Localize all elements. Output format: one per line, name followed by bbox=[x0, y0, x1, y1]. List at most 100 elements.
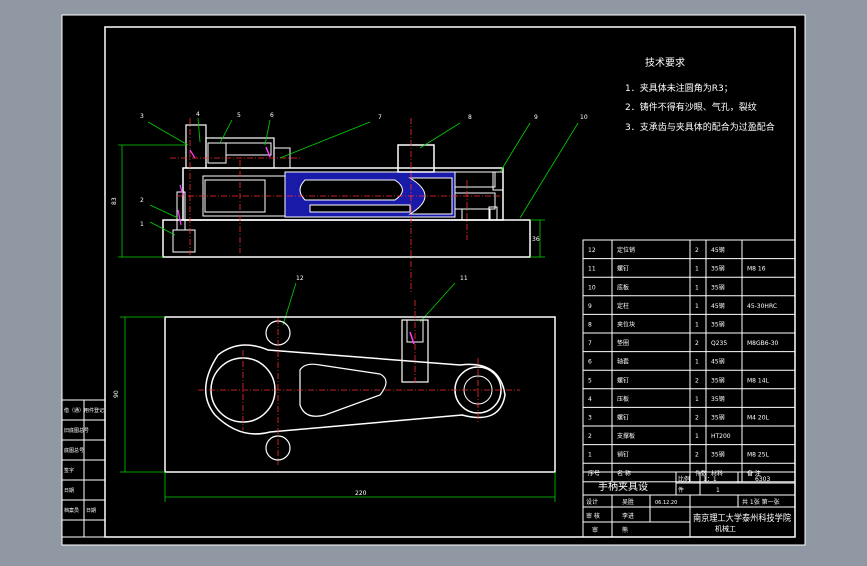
bom-cell: 垫圈 bbox=[617, 339, 629, 347]
bom-header-cell: 名 称 bbox=[617, 469, 631, 477]
bom-cell: 1 bbox=[695, 266, 699, 273]
bom-cell: M8 25L bbox=[747, 452, 770, 459]
bom-cell: 1 bbox=[695, 303, 699, 310]
sheet-frame bbox=[61, 14, 806, 546]
dim-height-left: 83 bbox=[111, 197, 118, 205]
title-block-title: 手柄夹具设 bbox=[598, 480, 648, 493]
qty-label: 件 bbox=[678, 486, 684, 494]
bom-cell: 1 bbox=[588, 452, 592, 459]
balloon-9: 9 bbox=[534, 114, 538, 121]
balloon-6: 6 bbox=[270, 112, 274, 119]
approver: 熊 bbox=[622, 526, 628, 534]
bom-cell: 35钢 bbox=[711, 395, 725, 403]
dim-right: 36 bbox=[532, 236, 540, 243]
bom-header-cell: 序号 bbox=[588, 469, 600, 477]
bom-cell: 12 bbox=[588, 247, 596, 254]
tech-item-2: 2．铸件不得有沙眼、气孔，裂纹 bbox=[625, 101, 757, 113]
bom-cell: 11 bbox=[588, 266, 596, 273]
bom-cell: M8GB6-30 bbox=[747, 340, 779, 347]
bom-cell: 螺钉 bbox=[617, 376, 629, 384]
school-sub: 机械工 bbox=[715, 524, 736, 533]
sheet-count: 共 1张 第一张 bbox=[742, 498, 780, 506]
bom-cell: 夹位块 bbox=[617, 320, 635, 328]
bom-cell: 45钢 bbox=[711, 246, 725, 254]
bom-cell: 4 bbox=[588, 396, 592, 403]
bom-cell: HT200 bbox=[711, 433, 731, 440]
bom-cell: 1 bbox=[695, 359, 699, 366]
checker: 李进 bbox=[622, 512, 634, 520]
bom-cell: 2 bbox=[695, 247, 699, 254]
side-label-0: 借（通）用件登记 bbox=[64, 407, 104, 414]
bom-cell: 35钢 bbox=[711, 451, 725, 459]
bom-cell: M8 16 bbox=[747, 266, 766, 273]
approver-label: 审 bbox=[592, 526, 598, 534]
balloon-12: 12 bbox=[296, 275, 304, 282]
balloon-3: 3 bbox=[140, 113, 144, 120]
qty-value: 1 bbox=[716, 487, 720, 494]
dim-width: 220 bbox=[355, 490, 367, 497]
designer-label: 设计 bbox=[586, 498, 598, 506]
bom-cell: 6 bbox=[588, 359, 592, 366]
dim-depth: 90 bbox=[113, 390, 120, 398]
bom-cell: 螺钉 bbox=[617, 265, 629, 273]
balloon-1: 1 bbox=[140, 221, 144, 228]
design-date: 06.12.20 bbox=[655, 500, 677, 506]
drawing-canvas: 借（通）用件登记 旧底图总号 底图总号 签字 日期 档案员 日期 技术要求 1．… bbox=[61, 14, 806, 546]
side-label-3: 签字 bbox=[64, 467, 74, 474]
bom-cell: 35钢 bbox=[711, 320, 725, 328]
bom-cell: 螺钉 bbox=[617, 413, 629, 421]
bom-cell: 1 bbox=[695, 433, 699, 440]
tech-title: 技术要求 bbox=[645, 56, 685, 69]
bom-cell: 3 bbox=[588, 414, 592, 421]
bom-cell: 压板 bbox=[617, 395, 629, 403]
designer: 吴胜 bbox=[622, 498, 634, 506]
side-label-5: 档案员 bbox=[64, 507, 79, 514]
bom-cell: 定位销 bbox=[617, 246, 635, 254]
bom-cell: 2 bbox=[695, 377, 699, 384]
scale-value: 1：1 bbox=[703, 476, 717, 483]
bom-cell: 支撑板 bbox=[617, 432, 635, 440]
side-label-4: 日期 bbox=[64, 488, 74, 494]
bom-cell: 45-30HRC bbox=[747, 303, 777, 310]
side-label-6: 日期 bbox=[86, 508, 96, 514]
bom-cell: 1 bbox=[695, 321, 699, 328]
bom-cell: 5 bbox=[588, 377, 592, 384]
bom-cell: 销钉 bbox=[617, 451, 629, 459]
bom-cell: 2 bbox=[695, 414, 699, 421]
bom-cell: M4 20L bbox=[747, 414, 770, 421]
balloon-5: 5 bbox=[237, 112, 241, 119]
bom-cell: 定柱 bbox=[617, 302, 629, 310]
bom-cell: 10 bbox=[588, 284, 596, 291]
bom-cell: 35钢 bbox=[711, 265, 725, 273]
scale-label: 比例 bbox=[678, 475, 690, 483]
school-name: 南京理工大学泰州科技学院 bbox=[693, 512, 791, 524]
bom-cell: 7 bbox=[588, 340, 592, 347]
bom-cell: 35钢 bbox=[711, 283, 725, 291]
balloon-11: 11 bbox=[460, 275, 468, 282]
balloon-2: 2 bbox=[140, 197, 144, 204]
bom-cell: 8 bbox=[588, 321, 592, 328]
side-label-2: 底图总号 bbox=[64, 447, 84, 454]
tech-item-3: 3．支承齿与夹具体的配合为过盈配合 bbox=[625, 121, 775, 133]
bom-cell: M8 14L bbox=[747, 377, 770, 384]
tech-item-1: 1．夹具体未注圆角为R3； bbox=[625, 82, 733, 94]
drawing-code: 6303 bbox=[755, 476, 770, 483]
bom-cell: 底板 bbox=[617, 283, 629, 291]
bom-cell: 45钢 bbox=[711, 358, 725, 366]
bom-cell: 1 bbox=[695, 396, 699, 403]
bom-cell: Q235 bbox=[711, 340, 727, 347]
bom-cell: 45钢 bbox=[711, 302, 725, 310]
bom-cell: 1 bbox=[695, 284, 699, 291]
bom-cell: 2 bbox=[695, 452, 699, 459]
bom-cell: 轴套 bbox=[617, 358, 629, 366]
bom-cell: 2 bbox=[588, 433, 592, 440]
balloon-8: 8 bbox=[468, 114, 472, 121]
balloon-7: 7 bbox=[378, 114, 382, 121]
side-label-1: 旧底图总号 bbox=[64, 427, 89, 434]
bom-cell: 2 bbox=[695, 340, 699, 347]
balloon-10: 10 bbox=[580, 114, 588, 121]
bom-cell: 35钢 bbox=[711, 376, 725, 384]
balloon-4: 4 bbox=[196, 111, 200, 118]
cad-viewport: 借（通）用件登记 旧底图总号 底图总号 签字 日期 档案员 日期 技术要求 1．… bbox=[0, 0, 867, 562]
checker-label: 审 核 bbox=[586, 512, 600, 520]
